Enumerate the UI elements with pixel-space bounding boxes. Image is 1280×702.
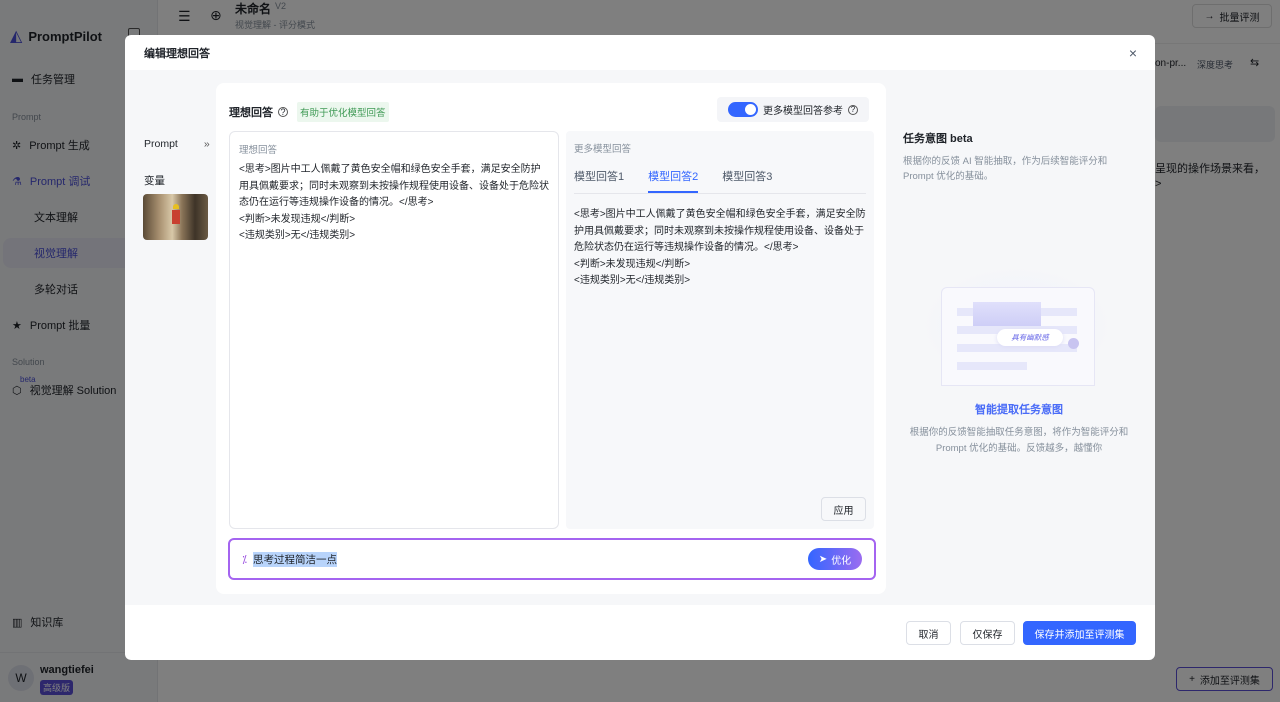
tab-model-answer-3[interactable]: 模型回答3 (722, 168, 772, 193)
save-and-add-button[interactable]: 保存并添加至评测集 (1023, 621, 1136, 645)
hint-tag: 有助于优化模型回答 (297, 102, 389, 122)
prompt-expand[interactable]: Prompt» (144, 138, 210, 150)
help-icon[interactable]: ? (848, 104, 858, 115)
tab-model-answer-2[interactable]: 模型回答2 (648, 168, 699, 193)
cancel-button[interactable]: 取消 (906, 621, 951, 645)
more-answers-panel: 更多模型回答 模型回答1 模型回答2 模型回答3 <思考>图片中工人佩戴了黄色安… (566, 131, 874, 529)
optimize-button[interactable]: ➤ 优化 (808, 548, 862, 570)
variable-image-thumbnail[interactable] (143, 194, 208, 240)
task-intent-panel: 任务意图 beta 根据你的反馈 AI 智能抽取，作为后续智能评分和 Promp… (903, 133, 1108, 182)
tab-model-answer-1[interactable]: 模型回答1 (574, 168, 624, 193)
more-answers-toggle[interactable] (728, 102, 758, 117)
help-icon[interactable]: ? (278, 107, 288, 117)
modal-title: 编辑理想回答 (144, 47, 210, 60)
ideal-answer-card: 理想回答 ? 有助于优化模型回答 更多模型回答参考 ? 理想回答 <思考>图片中… (216, 83, 886, 594)
close-icon[interactable]: × (1129, 45, 1137, 61)
user-icon (1068, 338, 1079, 349)
apply-button[interactable]: 应用 (821, 497, 866, 521)
save-only-button[interactable]: 仅保存 (960, 621, 1015, 645)
ideal-answer-textarea[interactable]: 理想回答 <思考>图片中工人佩戴了黄色安全帽和绿色安全手套，满足安全防护用具佩戴… (229, 131, 559, 529)
optimize-input[interactable]: ⁒ 思考过程简洁一点 ➤ 优化 (228, 538, 876, 580)
edit-ideal-answer-modal: 编辑理想回答 × Prompt» 变量 理想回答 ? 有助于优化模型回答 更多模… (125, 35, 1155, 660)
intent-illustration: 具有幽默感 (921, 266, 1113, 386)
send-icon: ➤ (818, 553, 828, 565)
double-chevron-right-icon: » (203, 138, 210, 150)
magic-wand-icon: ⁒ (242, 553, 247, 566)
